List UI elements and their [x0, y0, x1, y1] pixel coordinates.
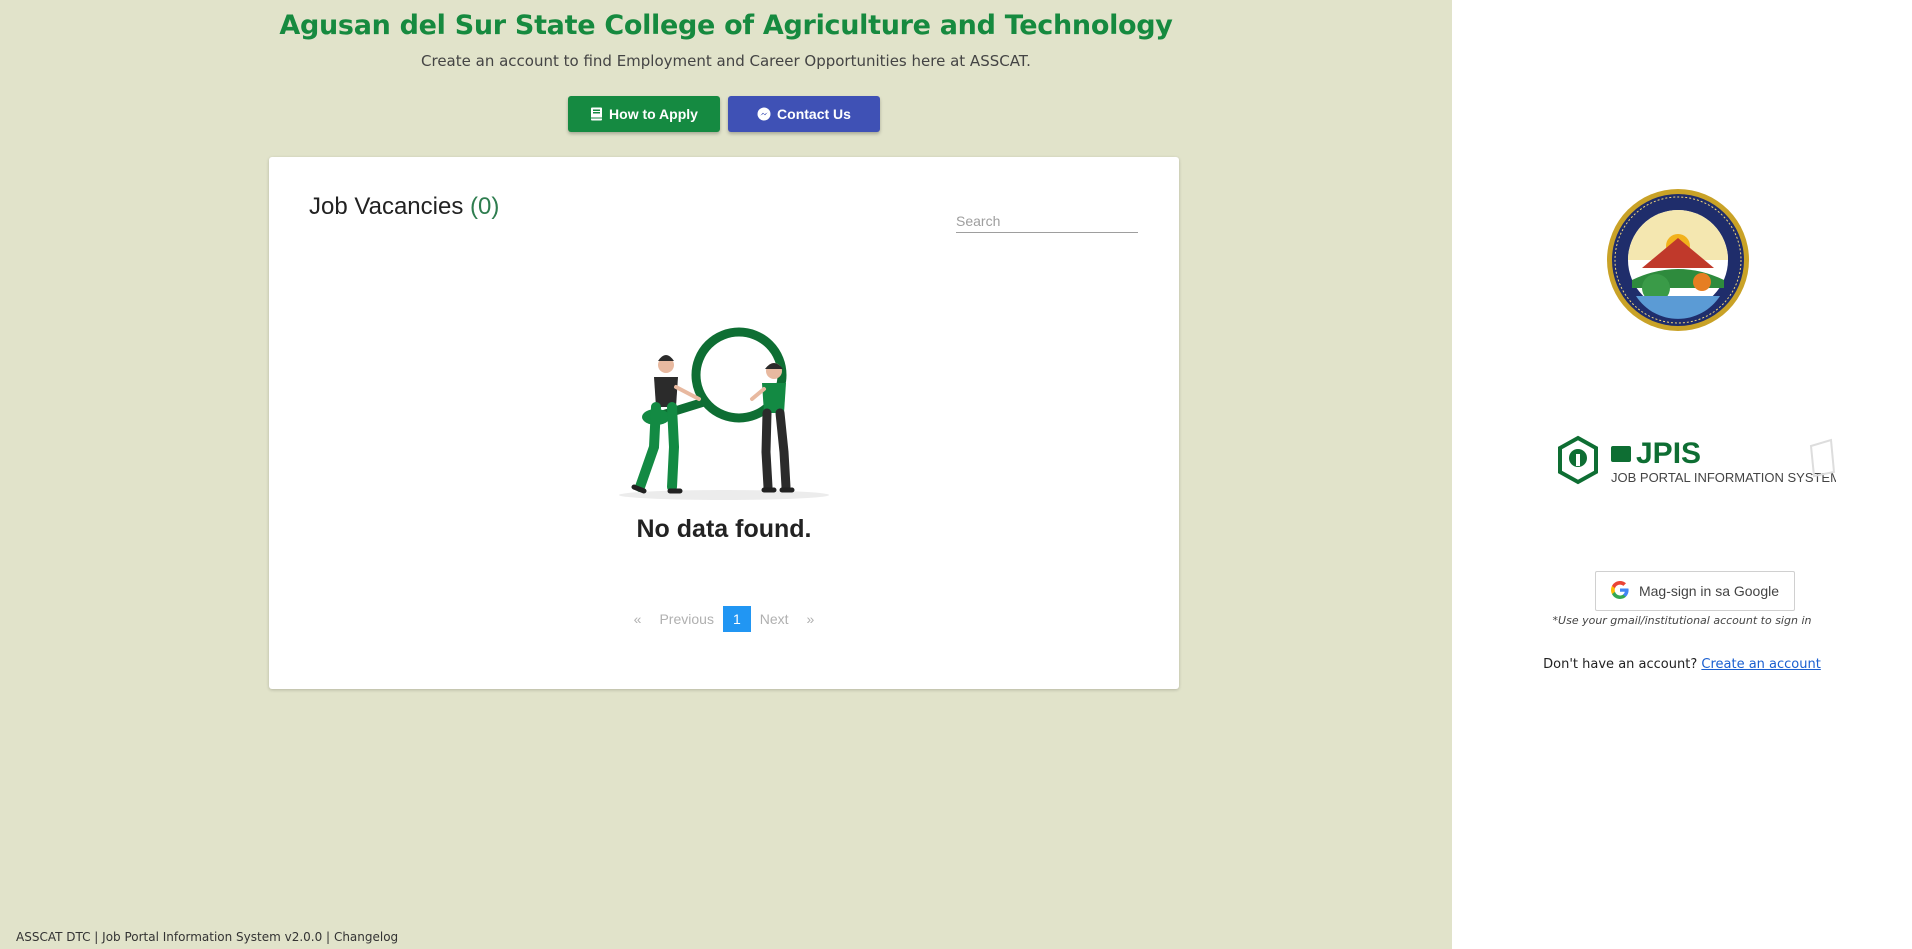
gmail-note: *Use your gmail/institutional account to… [1552, 614, 1812, 627]
job-vacancies-card: Job Vacancies (0) Search No data found. … [269, 157, 1179, 689]
login-panel: JPIS JOB PORTAL INFORMATION SYSTEM Mag-s… [1452, 0, 1912, 949]
pagination-previous[interactable]: Previous [650, 606, 722, 632]
messenger-icon [757, 107, 771, 121]
jpis-logo-graphic: JPIS JOB PORTAL INFORMATION SYSTEM [1558, 435, 1841, 485]
footer: ASSCAT DTC | Job Portal Information Syst… [16, 930, 398, 944]
google-icon [1610, 580, 1629, 602]
footer-text: ASSCAT DTC | Job Portal Information Syst… [16, 930, 331, 944]
job-vacancies-count: (0) [469, 193, 500, 220]
google-sign-in-label: Mag-sign in sa Google [1638, 583, 1780, 599]
create-account-link[interactable]: Create an account [1701, 657, 1820, 672]
contact-us-button[interactable]: Contact Us [728, 96, 880, 132]
search-input[interactable] [956, 210, 1138, 233]
changelog-link[interactable]: Changelog [334, 930, 398, 944]
left-pane: Agusan del Sur State College of Agricult… [0, 0, 1452, 949]
site-title: Agusan del Sur State College of Agricult… [279, 10, 1173, 41]
no-data-message: No data found. [636, 515, 812, 543]
pagination-next-arrow[interactable]: » [798, 606, 824, 632]
jpis-logo: JPIS JOB PORTAL INFORMATION SYSTEM [1556, 432, 1841, 492]
svg-text:JPIS: JPIS [1636, 437, 1701, 470]
pagination-page-1[interactable]: 1 [722, 606, 751, 632]
pagination-prev-arrow[interactable]: « [625, 606, 651, 632]
how-to-apply-label: How to Apply [609, 106, 698, 122]
site-subtitle: Create an account to find Employment and… [421, 52, 1031, 70]
svg-text:JOB PORTAL INFORMATION SYSTEM: JOB PORTAL INFORMATION SYSTEM [1611, 470, 1836, 485]
no-account-text: Don't have an account? [1543, 657, 1698, 672]
empty-search-illustration [619, 327, 829, 500]
google-sign-in-button[interactable]: Mag-sign in sa Google [1595, 571, 1795, 611]
job-vacancies-label: Job Vacancies [309, 193, 464, 220]
pagination: « Previous 1 Next » [269, 606, 1179, 632]
job-vacancies-title: Job Vacancies (0) [309, 193, 499, 221]
signup-line: Don't have an account? Create an account [1452, 657, 1912, 672]
how-to-apply-button[interactable]: How to Apply [568, 96, 720, 132]
book-icon [590, 107, 603, 121]
contact-us-label: Contact Us [777, 106, 851, 122]
pagination-next[interactable]: Next [751, 606, 798, 632]
college-seal-logo [1607, 189, 1749, 331]
